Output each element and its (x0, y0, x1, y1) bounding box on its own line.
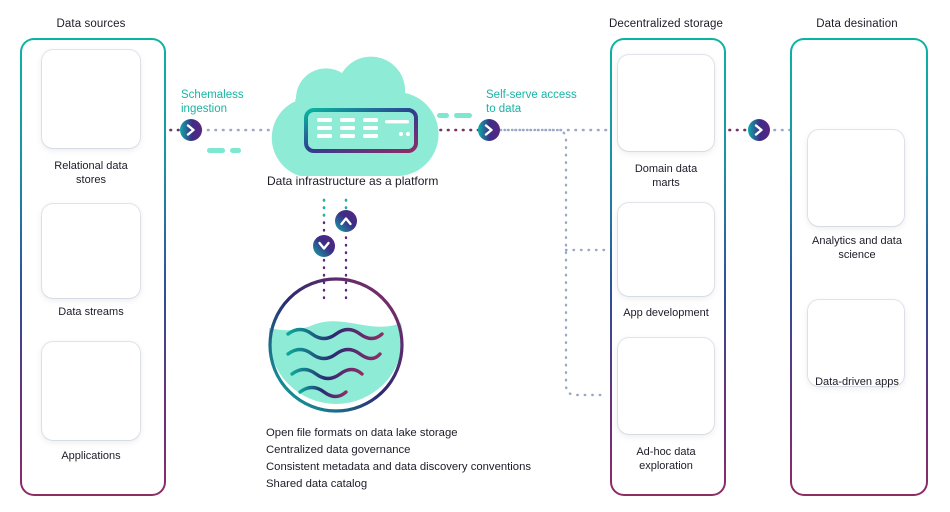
bullet-item: Consistent metadata and data discovery c… (266, 461, 532, 474)
connector-storage-branches (495, 128, 608, 397)
bullet-item: Centralized data governance (266, 444, 411, 457)
section-title-decentralized-storage: Decentralized storage (609, 18, 723, 30)
card-label-domain-data-marts: Domain data marts (634, 163, 698, 189)
platform-capabilities-list: Open file formats on data lake storage C… (266, 425, 531, 494)
flow-dash-ingestion-a (207, 148, 225, 153)
flow-dash-selfserve-a (437, 113, 449, 118)
flow-dash-selfserve-b (454, 113, 472, 118)
flow-chip-lake-download[interactable] (313, 235, 335, 257)
flow-chip-self-serve-access[interactable] (478, 119, 500, 141)
bullet-item: Shared data catalog (266, 478, 368, 491)
flow-chip-lake-upload[interactable] (335, 210, 357, 232)
flow-chip-storage-to-destination[interactable] (748, 119, 770, 141)
card-data-streams[interactable] (42, 204, 140, 298)
section-title-data-sources: Data sources (56, 18, 126, 30)
flow-chip-schemaless-ingestion[interactable] (180, 119, 202, 141)
data-lake-icon (268, 277, 404, 413)
flow-label-self-serve-access: Self-serve access to data (486, 89, 577, 116)
bullet-item: Open file formats on data lake storage (266, 427, 458, 439)
diagram-canvas: Data sources Decentralized storage Data … (0, 0, 950, 512)
card-label-analytics-and-data-science: Analytics and data science (812, 235, 902, 261)
flow-dash-ingestion-b (230, 148, 241, 153)
cloud-server-icon (271, 56, 439, 176)
card-label-ad-hoc-data-exploration: Ad-hoc data exploration (636, 446, 696, 472)
card-applications[interactable] (42, 342, 140, 440)
card-relational-data-stores[interactable] (42, 50, 140, 148)
card-label-relational-data-stores: Relational data stores (54, 160, 128, 186)
card-domain-data-marts[interactable] (618, 55, 714, 151)
column-data-destination (790, 38, 928, 496)
card-ad-hoc-data-exploration[interactable] (618, 338, 714, 434)
card-app-development[interactable] (618, 203, 714, 296)
card-label-applications: Applications (61, 450, 121, 462)
card-label-data-streams: Data streams (58, 306, 124, 318)
section-title-data-destination: Data desination (816, 18, 898, 30)
card-analytics-and-data-science[interactable] (808, 130, 904, 226)
flow-label-schemaless-ingestion: Schemaless ingestion (181, 89, 244, 116)
card-label-app-development: App development (623, 307, 709, 319)
card-data-driven-apps[interactable] (808, 300, 904, 386)
platform-title: Data infrastructure as a platform (267, 174, 439, 188)
card-label-data-driven-apps: Data-driven apps (815, 376, 899, 388)
